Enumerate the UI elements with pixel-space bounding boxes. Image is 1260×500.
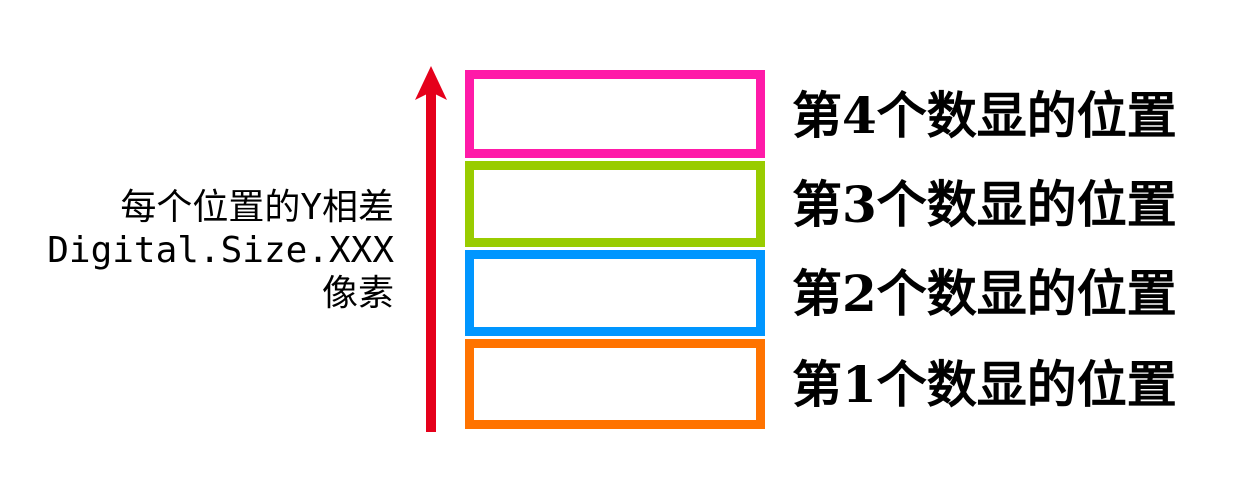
caption-line-1: 每个位置的Y相差 [120,187,394,228]
caption-line-3: 像素 [321,273,394,314]
slot-box-3 [465,161,765,247]
slot-label-2: 第2个数显的位置 [792,264,1177,323]
y-offset-caption: 每个位置的Y相差 Digital.Size.XXX 像素 [47,186,394,315]
arrow-shaft [426,92,436,432]
up-arrow-icon [415,66,447,432]
slot-box-1 [465,339,765,429]
slot-box-2 [465,250,765,336]
slot-label-3: 第3个数显的位置 [792,175,1177,234]
slot-label-1: 第1个数显的位置 [792,355,1177,414]
caption-line-2: Digital.Size.XXX [47,230,394,271]
slot-box-4 [465,70,765,158]
slot-label-4: 第4个数显的位置 [792,86,1177,145]
